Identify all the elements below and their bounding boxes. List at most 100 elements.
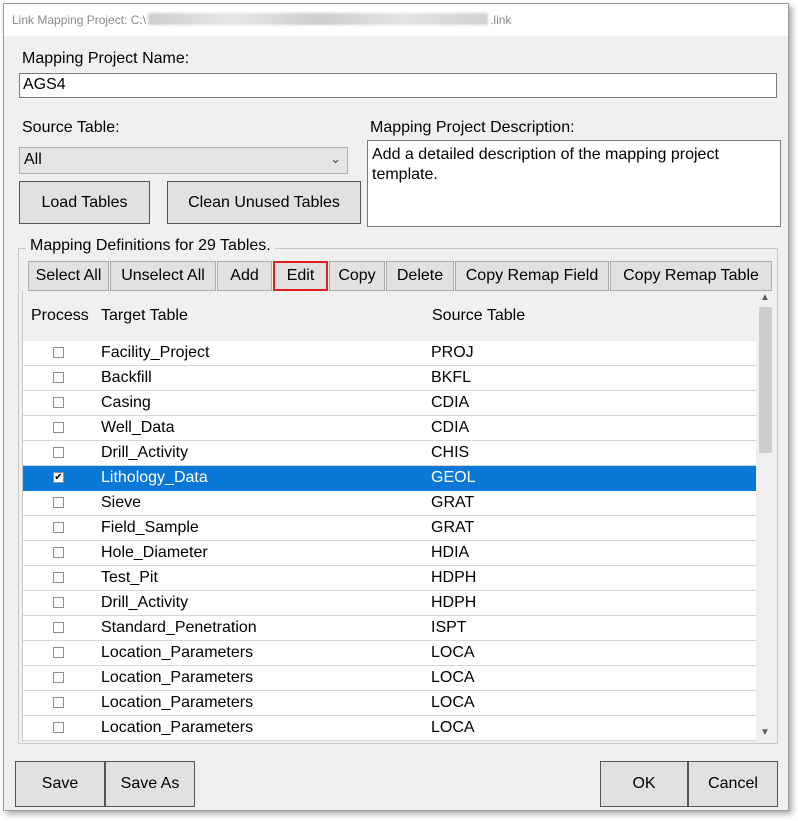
process-checkbox[interactable] <box>53 597 64 608</box>
delete-button[interactable]: Delete <box>386 261 454 291</box>
column-source-table[interactable]: Source Table <box>432 307 525 325</box>
project-name-input[interactable]: AGS4 <box>19 73 777 98</box>
target-table-cell: Location_Parameters <box>101 669 254 686</box>
table-row[interactable]: ✔ Lithology_Data GEOL <box>23 466 756 491</box>
process-checkbox[interactable] <box>53 547 64 558</box>
process-checkbox[interactable] <box>53 572 64 583</box>
source-table-cell: CDIA <box>431 419 470 436</box>
copy-button[interactable]: Copy <box>329 261 385 291</box>
table-row[interactable]: Well_Data CDIA <box>23 416 756 441</box>
target-table-cell: Location_Parameters <box>101 694 254 711</box>
target-table-cell: Sieve <box>101 494 142 511</box>
description-textarea[interactable]: Add a detailed description of the mappin… <box>367 140 781 227</box>
source-table-select[interactable]: All ⌄ <box>19 147 348 174</box>
target-table-cell: Drill_Activity <box>101 594 189 611</box>
table-row[interactable]: Casing CDIA <box>23 391 756 416</box>
source-table-cell: ISPT <box>431 619 467 636</box>
project-name-label: Mapping Project Name: <box>22 50 190 67</box>
target-table-cell: Standard_Penetration <box>101 619 257 636</box>
redacted-path <box>148 13 489 25</box>
source-table-cell: BKFL <box>431 369 472 386</box>
source-table-cell: CHIS <box>431 444 470 461</box>
mapping-grid: Process Target Table Source Table Facili… <box>22 291 776 742</box>
table-row[interactable]: Location_Parameters LOCA <box>23 666 756 691</box>
table-row[interactable]: Location_Parameters LOCA <box>23 641 756 666</box>
load-tables-button[interactable]: Load Tables <box>19 181 150 224</box>
edit-button[interactable]: Edit <box>273 261 328 291</box>
table-row[interactable]: Backfill BKFL <box>23 366 756 391</box>
process-checkbox[interactable] <box>53 447 64 458</box>
process-checkbox[interactable] <box>53 647 64 658</box>
table-row[interactable]: Drill_Activity CHIS <box>23 441 756 466</box>
source-table-cell: GRAT <box>431 494 475 511</box>
target-table-cell: Location_Parameters <box>101 719 254 736</box>
grid-header: Process Target Table Source Table <box>23 291 756 339</box>
arrow-down-icon[interactable]: ▼ <box>760 727 770 738</box>
table-row[interactable]: Sieve GRAT <box>23 491 756 516</box>
source-table-label: Source Table: <box>22 119 120 136</box>
source-table-cell: LOCA <box>431 719 475 736</box>
title-bar: Link Mapping Project: C:\ .link <box>4 4 788 36</box>
process-checkbox[interactable] <box>53 697 64 708</box>
table-row[interactable]: Hole_Diameter HDIA <box>23 541 756 566</box>
column-target-table[interactable]: Target Table <box>101 307 188 325</box>
save-button[interactable]: Save <box>15 761 105 807</box>
process-checkbox[interactable] <box>53 422 64 433</box>
source-table-cell: HDPH <box>431 594 477 611</box>
unselect-all-button[interactable]: Unselect All <box>110 261 216 291</box>
target-table-cell: Test_Pit <box>101 569 158 586</box>
window-title-prefix: Link Mapping Project: C:\ <box>12 13 147 27</box>
table-row[interactable]: Standard_Penetration ISPT <box>23 616 756 641</box>
vertical-scrollbar[interactable]: ▲ ▼ <box>757 291 774 742</box>
source-table-cell: HDIA <box>431 544 470 561</box>
table-row[interactable]: Field_Sample GRAT <box>23 516 756 541</box>
ok-button[interactable]: OK <box>600 761 688 807</box>
save-as-button[interactable]: Save As <box>105 761 195 807</box>
scroll-thumb[interactable] <box>759 307 772 453</box>
source-table-cell: LOCA <box>431 669 475 686</box>
description-label: Mapping Project Description: <box>370 119 575 136</box>
source-table-cell: PROJ <box>431 344 474 361</box>
target-table-cell: Field_Sample <box>101 519 199 536</box>
copy-remap-field-button[interactable]: Copy Remap Field <box>455 261 609 291</box>
source-table-cell: HDPH <box>431 569 477 586</box>
table-row[interactable]: Location_Parameters LOCA <box>23 716 756 741</box>
source-table-cell: LOCA <box>431 644 475 661</box>
process-checkbox[interactable] <box>53 672 64 683</box>
process-checkbox[interactable] <box>53 372 64 383</box>
process-checkbox[interactable] <box>53 347 64 358</box>
arrow-up-icon[interactable]: ▲ <box>760 292 770 303</box>
process-checkbox[interactable]: ✔ <box>53 472 64 483</box>
target-table-cell: Casing <box>101 394 151 411</box>
process-checkbox[interactable] <box>53 397 64 408</box>
source-table-cell: GEOL <box>431 469 476 486</box>
target-table-cell: Location_Parameters <box>101 644 254 661</box>
window-title-suffix: .link <box>490 13 512 27</box>
target-table-cell: Lithology_Data <box>101 469 208 486</box>
target-table-cell: Well_Data <box>101 419 175 436</box>
process-checkbox[interactable] <box>53 622 64 633</box>
chevron-down-icon: ⌄ <box>330 151 341 166</box>
select-all-button[interactable]: Select All <box>28 261 109 291</box>
add-button[interactable]: Add <box>217 261 272 291</box>
process-checkbox[interactable] <box>53 497 64 508</box>
copy-remap-table-button[interactable]: Copy Remap Table <box>610 261 772 291</box>
table-row[interactable]: Test_Pit HDPH <box>23 566 756 591</box>
clean-unused-tables-button[interactable]: Clean Unused Tables <box>167 181 361 224</box>
target-table-cell: Drill_Activity <box>101 444 189 461</box>
target-table-cell: Facility_Project <box>101 344 210 361</box>
source-table-value: All <box>24 151 42 168</box>
mapping-definitions-title: Mapping Definitions for 29 Tables. <box>26 237 275 255</box>
process-checkbox[interactable] <box>53 722 64 733</box>
source-table-cell: GRAT <box>431 519 475 536</box>
column-process[interactable]: Process <box>31 307 89 325</box>
target-table-cell: Hole_Diameter <box>101 544 208 561</box>
link-mapping-dialog: Link Mapping Project: C:\ .link Mapping P… <box>3 3 789 811</box>
source-table-cell: CDIA <box>431 394 470 411</box>
table-row[interactable]: Drill_Activity HDPH <box>23 591 756 616</box>
target-table-cell: Backfill <box>101 369 152 386</box>
table-row[interactable]: Location_Parameters LOCA <box>23 691 756 716</box>
table-row[interactable]: Facility_Project PROJ <box>23 341 756 366</box>
process-checkbox[interactable] <box>53 522 64 533</box>
cancel-button[interactable]: Cancel <box>688 761 778 807</box>
